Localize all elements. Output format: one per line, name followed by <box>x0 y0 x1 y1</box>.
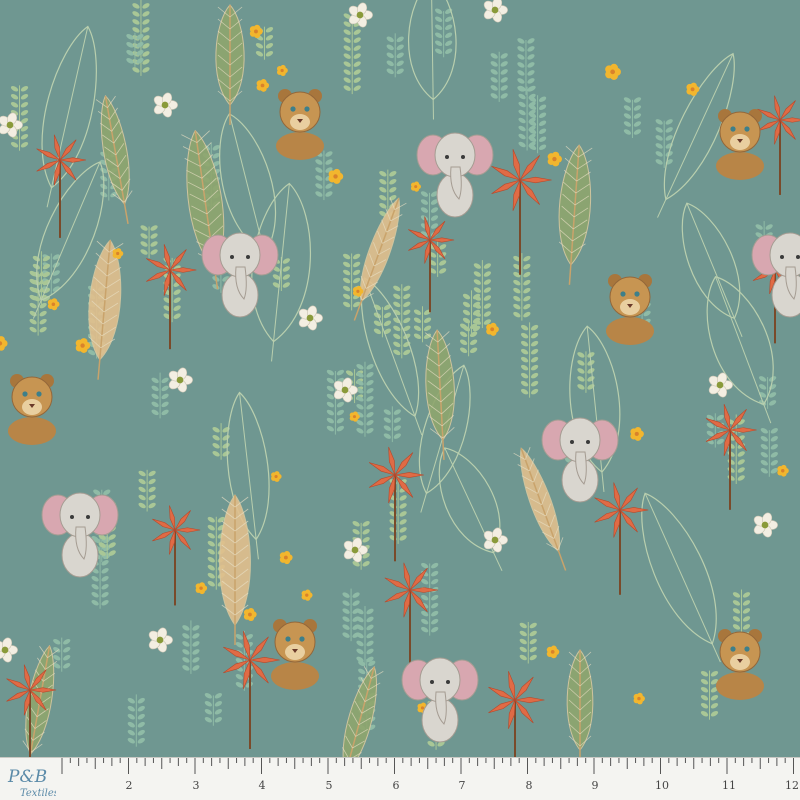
daisy-center <box>341 386 349 394</box>
flower-center <box>51 302 56 306</box>
flower-center <box>637 696 641 701</box>
elephant-eye <box>780 255 784 259</box>
fabric-background <box>0 0 800 757</box>
ruler-number-7: 7 <box>458 779 466 792</box>
flower-center <box>333 174 338 179</box>
logo-mark: P&B Textiles <box>0 758 59 800</box>
lion-eye <box>634 291 640 297</box>
flower-center <box>550 650 555 654</box>
ruler-number-9: 9 <box>591 779 599 792</box>
lion-eye <box>299 636 305 642</box>
daisy-center <box>351 546 359 554</box>
daisy-center <box>176 376 184 384</box>
lion-eye <box>36 391 42 397</box>
flower-center <box>781 469 785 473</box>
ruler-number-10: 10 <box>655 779 669 792</box>
fern-sprig <box>386 33 404 78</box>
elephant-eye <box>246 255 250 259</box>
daisy-center <box>6 121 14 129</box>
flower-center <box>199 586 203 590</box>
flower-center <box>490 327 495 332</box>
elephant-eye <box>461 155 465 159</box>
daisy-center <box>491 536 499 544</box>
flower-center <box>414 185 418 189</box>
flower-center <box>552 156 557 162</box>
daisy-center <box>306 314 314 322</box>
daisy-center <box>156 636 164 644</box>
flower-center <box>356 289 360 293</box>
flower-center <box>305 593 309 597</box>
elephant-eye <box>445 155 449 159</box>
daisy-center <box>161 101 169 109</box>
flower-center <box>280 68 284 73</box>
ruler-number-5: 5 <box>325 779 333 792</box>
elephant-eye <box>86 515 90 519</box>
elephant-eye <box>430 680 434 684</box>
lion-eye <box>290 106 296 112</box>
lion-body <box>271 662 319 690</box>
elephant-eye <box>230 255 234 259</box>
ruler-number-8: 8 <box>525 779 533 792</box>
daisy-center <box>1 646 9 654</box>
ruler-number-3: 3 <box>192 779 200 792</box>
brand-logo: P&B Textiles <box>0 758 59 800</box>
flower-center <box>283 555 288 560</box>
flower-center <box>690 87 695 92</box>
ruler-number-6: 6 <box>392 779 400 792</box>
lion-eye <box>730 646 736 652</box>
daisy-center <box>716 381 724 389</box>
lion-eye <box>730 126 736 132</box>
lion-eye <box>620 291 626 297</box>
lion-eye <box>285 636 291 642</box>
fern-sprig <box>151 372 169 419</box>
flower-center <box>352 415 357 419</box>
lion-eye <box>744 646 750 652</box>
flower-center <box>80 343 85 348</box>
elephant-eye <box>796 255 800 259</box>
lion-eye <box>304 106 310 112</box>
ruler-number-2: 2 <box>125 779 133 792</box>
flower-center <box>116 251 120 256</box>
measuring-ruler: 2 3 4 5 6 7 8 9 10 11 12 <box>0 757 800 800</box>
daisy-center <box>356 11 364 19</box>
svg-text:Textiles: Textiles <box>20 788 56 799</box>
ruler-number-12: 12 <box>785 779 799 792</box>
lion-body <box>716 152 764 180</box>
flower-center <box>634 431 639 436</box>
lion-body <box>276 132 324 160</box>
daisy-center <box>491 6 499 14</box>
lion-eye <box>744 126 750 132</box>
lion-eye <box>22 391 28 397</box>
lion-body <box>606 317 654 345</box>
elephant-eye <box>70 515 74 519</box>
fabric-pattern <box>0 0 800 757</box>
flower-center <box>248 612 252 617</box>
elephant-eye <box>586 440 590 444</box>
flower-center <box>254 29 258 34</box>
elephant-eye <box>446 680 450 684</box>
daisy-center <box>761 521 769 529</box>
elephant-eye <box>570 440 574 444</box>
flower-center <box>274 474 278 479</box>
flower-center <box>610 69 616 75</box>
lion-body <box>8 417 56 445</box>
svg-text:P&B: P&B <box>7 767 47 787</box>
lion-body <box>716 672 764 700</box>
flower-center <box>260 83 265 88</box>
ruler-number-4: 4 <box>258 779 266 792</box>
flower-center <box>420 706 425 710</box>
ruler-ticks <box>61 758 794 774</box>
ruler-number-11: 11 <box>722 779 736 792</box>
fabric-swatch: 2 3 4 5 6 7 8 9 10 11 12 P&B Textiles <box>0 0 800 800</box>
